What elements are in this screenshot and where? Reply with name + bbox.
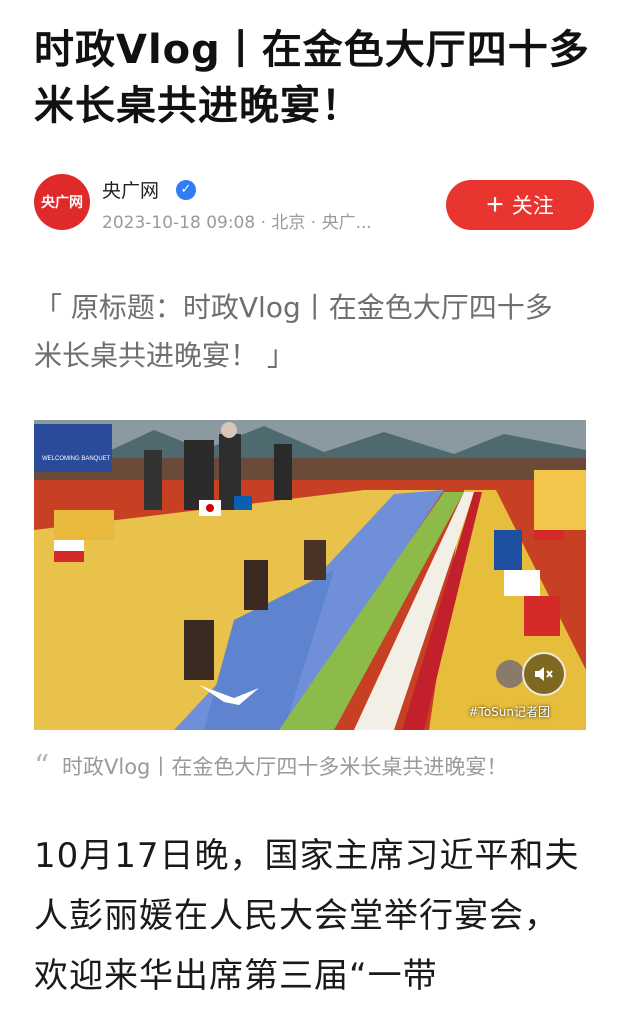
check-badge-icon: ✓ <box>176 180 196 200</box>
audio-toggle-button[interactable] <box>522 652 566 696</box>
follow-label: 关注 <box>511 195 554 218</box>
follow-button[interactable]: + 关注 <box>446 180 594 230</box>
author-row: 央广网 央广网 ✓ 2023-10-18 09:08 · 北京 · 央广... … <box>34 170 594 240</box>
banquet-scene-illustration: WELCOMING BANQUET <box>34 420 586 730</box>
banquet-photo[interactable]: WELCOMING BANQUET #ToSun记者团 <box>34 420 586 730</box>
quote-icon: “ <box>34 749 50 784</box>
author-avatar[interactable]: 央广网 <box>34 174 90 230</box>
image-caption: “ 时政Vlog丨在金色大厅四十多米长桌共进晚宴！ <box>34 750 590 784</box>
article-title: 时政Vlog丨在金色大厅四十多米长桌共进晚宴！ <box>34 27 590 129</box>
publish-meta: 2023-10-18 09:08 · 北京 · 央广... <box>102 213 372 233</box>
photo-watermark: #ToSun记者团 <box>468 705 550 719</box>
plus-icon: + <box>486 188 504 221</box>
caption-text: 时政Vlog丨在金色大厅四十多米长桌共进晚宴！ <box>62 755 508 779</box>
original-title: 「 原标题：时政Vlog丨在金色大厅四十多米长桌共进晚宴！ 」 <box>34 291 553 372</box>
author-name[interactable]: 央广网 <box>102 176 159 203</box>
speaker-mute-icon <box>535 667 553 681</box>
banner-text: WELCOMING BANQUET <box>42 456 111 462</box>
article-body: 10月17日晚，国家主席习近平和夫人彭丽媛在人民大会堂举行宴会，欢迎来华出席第三… <box>34 836 580 996</box>
